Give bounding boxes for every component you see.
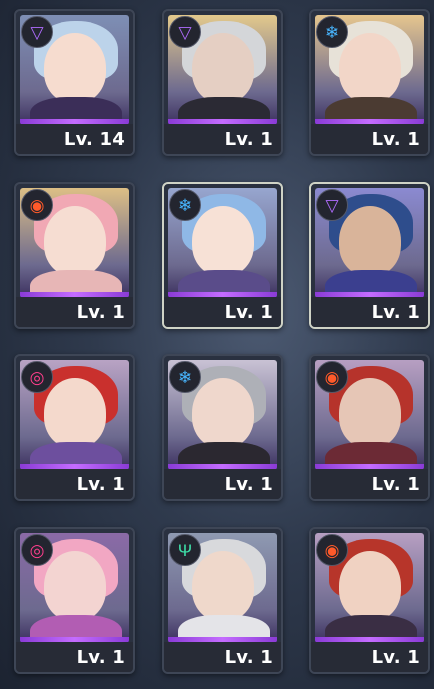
card-footer: Lv. 1 <box>164 297 281 327</box>
level-label: Lv. 1 <box>224 129 273 150</box>
card-footer: Lv. 1 <box>16 642 133 672</box>
character-card[interactable]: ◉ Lv. 1 <box>309 527 430 674</box>
void-icon: ▽ <box>316 189 348 221</box>
card-footer: Lv. 1 <box>164 469 281 499</box>
card-footer: Lv. 1 <box>164 642 281 672</box>
card-footer: Lv. 1 <box>16 297 133 327</box>
card-footer: Lv. 1 <box>311 642 428 672</box>
fire-icon: ◉ <box>316 534 348 566</box>
level-label: Lv. 1 <box>76 647 125 668</box>
character-card[interactable]: ◉ Lv. 1 <box>14 182 135 329</box>
spiral-icon: ◎ <box>21 361 53 393</box>
level-label: Lv. 1 <box>371 129 420 150</box>
fire-icon: ◉ <box>316 361 348 393</box>
level-label: Lv. 1 <box>371 302 420 323</box>
void-icon: ▽ <box>21 16 53 48</box>
character-card[interactable]: ❄ Lv. 1 <box>162 182 283 329</box>
character-card[interactable]: ◉ Lv. 1 <box>309 354 430 501</box>
character-card[interactable]: ◎ Lv. 1 <box>14 354 135 501</box>
spiral-icon: ◎ <box>21 534 53 566</box>
void-icon: ▽ <box>169 16 201 48</box>
level-label: Lv. 1 <box>371 474 420 495</box>
level-label: Lv. 1 <box>371 647 420 668</box>
level-label: Lv. 1 <box>224 302 273 323</box>
character-card[interactable]: ◎ Lv. 1 <box>14 527 135 674</box>
character-card[interactable]: ▽ Lv. 1 <box>162 9 283 156</box>
character-card[interactable]: ▽ Lv. 1 <box>309 182 430 329</box>
card-footer: Lv. 1 <box>311 297 428 327</box>
ice-icon: ❄ <box>169 361 201 393</box>
level-label: Lv. 14 <box>63 129 125 150</box>
level-label: Lv. 1 <box>76 302 125 323</box>
level-label: Lv. 1 <box>224 647 273 668</box>
card-footer: Lv. 1 <box>16 469 133 499</box>
wind-icon: Ψ <box>169 534 201 566</box>
card-footer: Lv. 1 <box>311 469 428 499</box>
card-footer: Lv. 1 <box>311 124 428 154</box>
level-label: Lv. 1 <box>76 474 125 495</box>
ice-icon: ❄ <box>316 16 348 48</box>
fire-icon: ◉ <box>21 189 53 221</box>
character-card[interactable]: ❄ Lv. 1 <box>162 354 283 501</box>
character-card[interactable]: ❄ Lv. 1 <box>309 9 430 156</box>
card-footer: Lv. 1 <box>164 124 281 154</box>
level-label: Lv. 1 <box>224 474 273 495</box>
card-footer: Lv. 14 <box>16 124 133 154</box>
ice-icon: ❄ <box>169 189 201 221</box>
character-card[interactable]: ▽ Lv. 14 <box>14 9 135 156</box>
character-card[interactable]: Ψ Lv. 1 <box>162 527 283 674</box>
